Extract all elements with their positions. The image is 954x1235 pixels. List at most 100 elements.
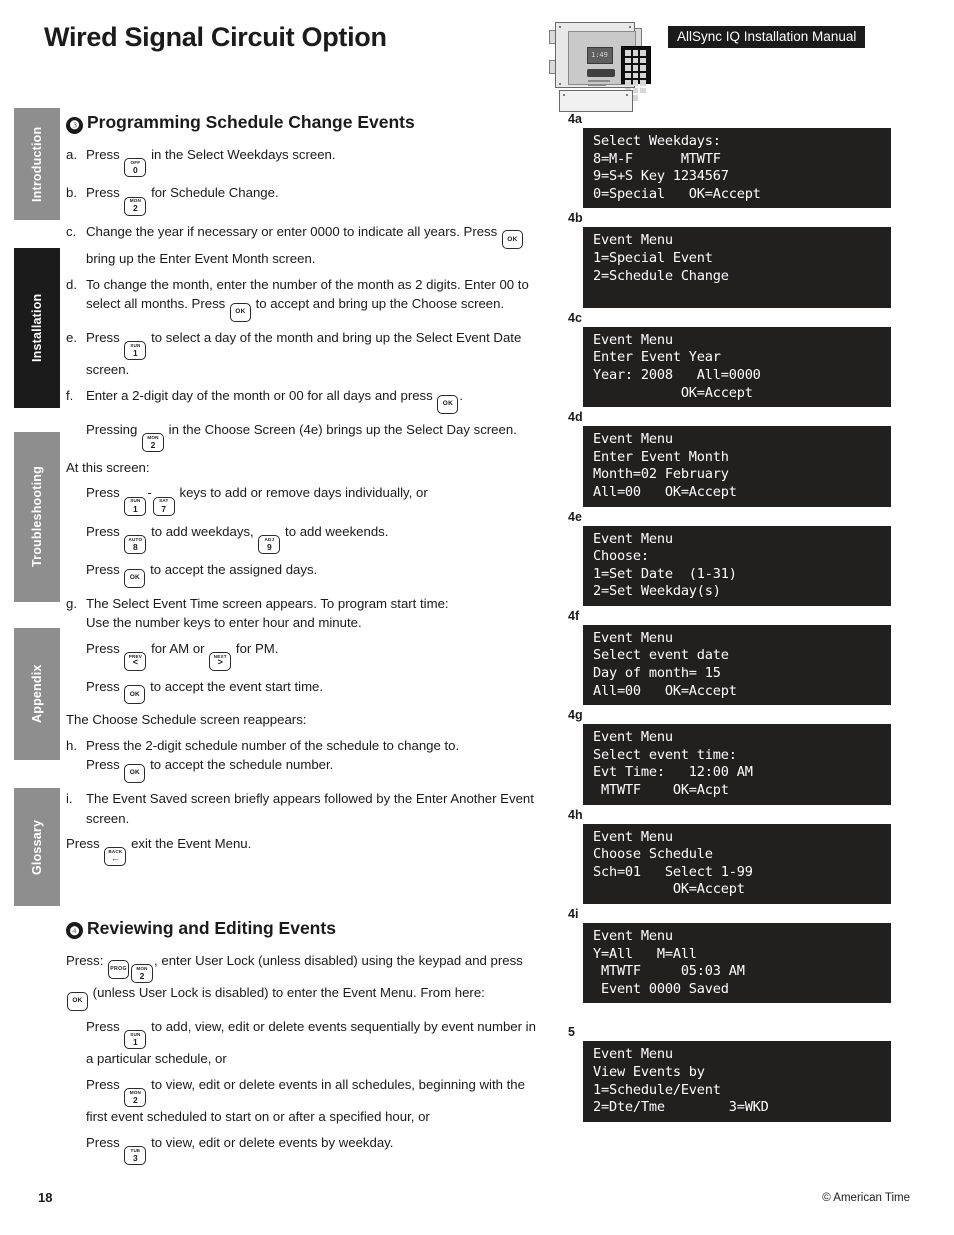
section5-pre: Press: [66,952,104,968]
lcd-4a-line-1: Select Weekdays: [593,133,721,149]
lcd-4g-line-4: MTWTF OK=Acpt [593,782,729,799]
lcd-label-4e: 4e [568,509,582,524]
sidebar-item-installation[interactable]: Installation [14,248,60,408]
screen-action-3: Press OK to accept the assigned days. [86,560,536,588]
key-ok[interactable]: OK [229,303,251,323]
lcd-label-4c: 4c [568,310,582,325]
key-off-0[interactable]: OFF 0 [124,158,147,178]
step-f-post: . [459,387,464,403]
device-label-line-1 [588,80,610,82]
lcd-4c-line-2: Enter Event Year [593,349,721,366]
key-sun-1[interactable]: SUN 1 [124,341,147,361]
section-title-4: Programming Schedule Change Events [87,112,415,132]
step-d: d. To change the month, enter the number… [66,275,536,323]
sidebar-item-introduction[interactable]: Introduction [14,108,60,220]
lcd-5-line-3: 1=Schedule/Event [593,1081,721,1098]
review-1-pre: Press [86,1018,120,1034]
screen-action-2: Press AUTO 8 to add weekdays, ADJ 9 to add… [86,522,536,555]
step-e-post: to select a day of the month and bring u… [86,330,522,378]
exit-event-menu-line: Press BACK ← exit the Event Menu. [66,834,536,866]
sidebar-item-troubleshooting[interactable]: Troubleshooting [14,432,60,602]
step-e: e. Press SUN 1 to select a day of the mon… [66,328,536,380]
key-ok[interactable]: OK [124,568,146,588]
step-marker-f: f. [66,387,74,403]
step-marker-c: c. [66,223,77,239]
lcd-4e-line-1: Event Menu [593,530,673,547]
key-mon-2[interactable]: MON 2 [131,964,154,984]
lcd-screen-4i: Event Menu Y=All M=All MTWTF 05:03 AM Ev… [583,923,891,1004]
key-prog[interactable]: PROG [108,959,130,979]
step-body-c: Change the year if necessary or enter 00… [86,222,536,269]
lcd-screen-4e: Event Menu Choose: 1=Set Date (1-31) 2=S… [583,525,891,606]
step-f2-post: in the Choose Screen (4e) brings up the … [168,421,517,437]
step-g1-mid: for AM or [151,640,205,656]
step-marker-e: e. [66,330,77,346]
step-f2-pre: Pressing [86,421,138,437]
key-tue-3[interactable]: TUE 3 [124,1145,147,1165]
key-next[interactable]: NEXT > [209,651,232,671]
key-ok[interactable]: OK [437,394,459,414]
key-auto-8[interactable]: AUTO 8 [124,535,147,555]
key-sat-7[interactable]: SAT 7 [152,496,175,516]
step-marker-g: g. [66,595,77,611]
lcd-block-4h: 4h Event Menu Choose Schedule Sch=01 Sel… [568,808,908,904]
lcd-block-4e: 4e Event Menu Choose: 1=Set Date (1-31) … [568,510,908,606]
key-prev[interactable]: PREV < [124,651,147,671]
key-ok[interactable]: OK [501,230,523,250]
key-sun-1[interactable]: SUN 1 [124,1030,147,1050]
step-h-pre: Press [86,757,120,773]
lcd-4i-line-4: Event 0000 Saved [593,980,729,997]
lcd-4a-line-2: 8=M-F MTWTF [593,150,721,167]
lcd-4f-line-1: Event Menu [593,629,673,646]
screen-action-1-pre: Press [86,485,120,501]
step-d-post: to accept and bring up the Choose screen… [255,296,505,312]
key-back[interactable]: BACK ← [104,846,127,866]
screen-action-3-post: to accept the assigned days. [150,562,318,578]
step-marker-b: b. [66,185,77,201]
step-marker-a: a. [66,147,77,162]
lcd-4i-line-3: MTWTF 05:03 AM [593,963,745,980]
lcd-block-4i: 4i Event Menu Y=All M=All MTWTF 05:03 AM… [568,907,908,1004]
step-a-pre: Press [86,147,120,162]
step-g1-post: for PM. [235,640,279,656]
lcd-label-4d: 4d [568,410,583,425]
lcd-4i-line-2: Y=All M=All [593,945,697,962]
lcd-label-4f: 4f [568,608,580,623]
step-b-post: for Schedule Change. [151,185,279,201]
key-ok[interactable]: OK [124,764,146,784]
lcd-block-4c: 4c Event Menu Enter Event Year Year: 200… [568,310,908,408]
key-adj-9[interactable]: ADJ 9 [258,535,281,555]
review-2-pre: Press [86,1076,120,1092]
step-a: a. Press OFF 0 in the Select Weekdays scr… [66,145,536,178]
lcd-label-5: 5 [568,1025,575,1040]
lcd-label-4g: 4g [568,708,583,723]
review-3-post: to view, edit or delete events by weekda… [151,1134,394,1150]
page-title: Wired Signal Circuit Option [44,22,387,52]
key-ok[interactable]: OK [67,991,88,1011]
lcd-4c-line-1: Event Menu [593,331,673,348]
key-mon-2[interactable]: MON 2 [124,1088,147,1108]
key-sun-1[interactable]: SUN 1 [124,496,147,516]
sidebar-item-glossary[interactable]: Glossary [14,788,60,906]
screen-action-1: Press SUN 1- SAT 7 keys to add or remove da… [86,483,536,516]
sidebar-item-appendix[interactable]: Appendix [14,628,60,760]
key-mon-2[interactable]: MON 2 [124,196,147,216]
exit-post: exit the Event Menu. [131,836,252,852]
device-keypad [621,46,651,101]
section-heading-4: ❸ Programming Schedule Change Events [66,112,536,134]
review-action-1: Press SUN 1 to add, view, edit or delete … [86,1017,536,1069]
lcd-screen-4a: Select Weekdays: 8=M-F MTWTF 9=S+S Key 1… [583,128,891,209]
key-mon-2[interactable]: MON 2 [141,432,164,452]
lcd-4i-line-1: Event Menu [593,928,673,944]
review-2-post: to view, edit or delete events in all sc… [86,1076,525,1125]
lcd-4g-line-2: Select event time: [593,746,737,763]
review-action-2: Press MON 2 to view, edit or delete event… [86,1075,536,1127]
lcd-block-4a: 4a Select Weekdays: 8=M-F MTWTF 9=S+S Ke… [568,112,908,209]
device-lcd-time: 1:49 [591,51,608,59]
section-heading-5: ❹ Reviewing and Editing Events [66,918,536,940]
step-h-line1: Press the 2-digit schedule number of the… [86,737,460,753]
key-ok[interactable]: OK [124,685,146,705]
review-action-3: Press TUE 3 to view, edit or delete event… [86,1133,536,1165]
device-label-line-2 [588,84,606,86]
step-h: h. Press the 2-digit schedule number of … [66,736,536,784]
